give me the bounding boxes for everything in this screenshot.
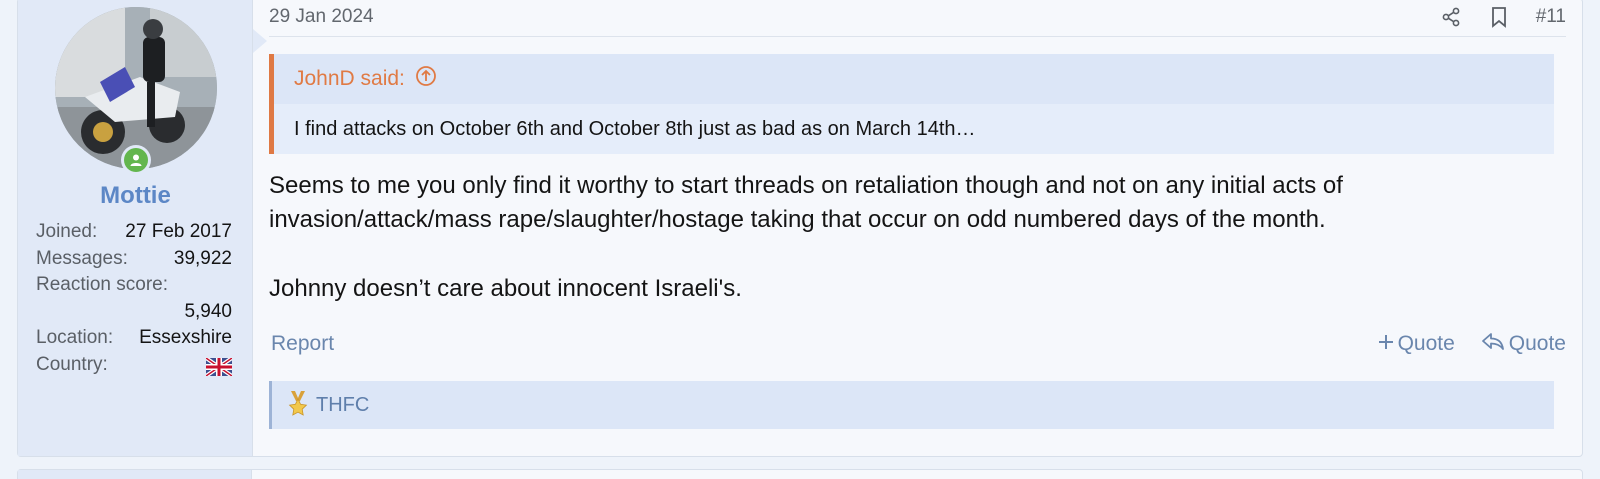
post-header: 29 Jan 2024 #11 (269, 6, 1566, 37)
bookmark-icon[interactable] (1488, 6, 1510, 28)
stat-country: Country: (36, 352, 234, 379)
share-icon[interactable] (1440, 6, 1462, 28)
quote-author[interactable]: JohnD said: (294, 67, 405, 91)
stat-label: Country: (36, 353, 108, 375)
stat-value: 39,922 (173, 247, 232, 269)
plus-icon (1378, 332, 1394, 356)
stat-label: Joined: (36, 221, 98, 242)
stat-value: Essexshire (139, 327, 232, 348)
stat-joined: Joined: 27 Feb 2017 (36, 219, 232, 246)
post-message: Seems to me you only find it worthy to s… (269, 169, 1554, 341)
post-number[interactable]: #11 (1536, 6, 1566, 28)
reactions-bar[interactable]: THFC (269, 381, 1554, 429)
jump-to-quote-icon[interactable] (415, 65, 437, 93)
online-indicator (121, 145, 151, 175)
message-paragraph: Johnny doesn’t care about innocent Israe… (269, 275, 742, 302)
uk-flag-icon (204, 355, 234, 378)
user-status-icon (124, 148, 148, 172)
stat-location: Location: Essexshire (36, 325, 232, 352)
post-header-actions: #11 (1440, 6, 1566, 28)
message-paragraph: Seems to me you only find it worthy to s… (269, 172, 1343, 233)
stat-reaction-label-row: Reaction score: (36, 272, 232, 299)
report-link[interactable]: Report (271, 332, 334, 356)
reply-icon (1481, 331, 1505, 357)
user-sidebar: Mottie Joined: 27 Feb 2017 Messages: 39,… (18, 0, 267, 456)
post-container: Mottie Joined: 27 Feb 2017 Messages: 39,… (17, 0, 1583, 457)
stat-value: 5,940 (184, 300, 232, 322)
quote-block: JohnD said: I find attacks on October 6t… (269, 54, 1554, 154)
reply-quote-button[interactable]: Quote (1481, 331, 1566, 357)
user-stats: Joined: 27 Feb 2017 Messages: 39,922 Rea… (36, 219, 234, 379)
username[interactable]: Mottie (18, 182, 253, 210)
reply-quote-label: Quote (1508, 332, 1566, 355)
next-post-container (17, 469, 1583, 479)
multi-quote-button[interactable]: Quote (1378, 332, 1455, 356)
stat-messages: Messages: 39,922 (36, 246, 232, 273)
post-main: 29 Jan 2024 #11 JohnD said: I find attac… (253, 0, 1582, 456)
stat-label: Reaction score: (36, 274, 169, 295)
stat-reaction-value-row: 5,940 (36, 299, 232, 326)
next-post-sidebar (18, 470, 252, 479)
stat-value: 27 Feb 2017 (125, 221, 232, 242)
stat-label: Location: (36, 327, 114, 348)
quote-text: I find attacks on October 6th and Octobe… (294, 117, 976, 140)
multi-quote-label: Quote (1397, 332, 1455, 355)
trophy-star-icon (286, 390, 310, 421)
post-date[interactable]: 29 Jan 2024 (269, 6, 374, 28)
post-footer-actions: Quote Quote (1378, 331, 1566, 357)
quote-header[interactable]: JohnD said: (274, 54, 1554, 104)
stat-label: Messages: (36, 247, 128, 269)
reaction-users[interactable]: THFC (316, 394, 369, 417)
post-footer: Report Quote Quote (271, 329, 1566, 359)
